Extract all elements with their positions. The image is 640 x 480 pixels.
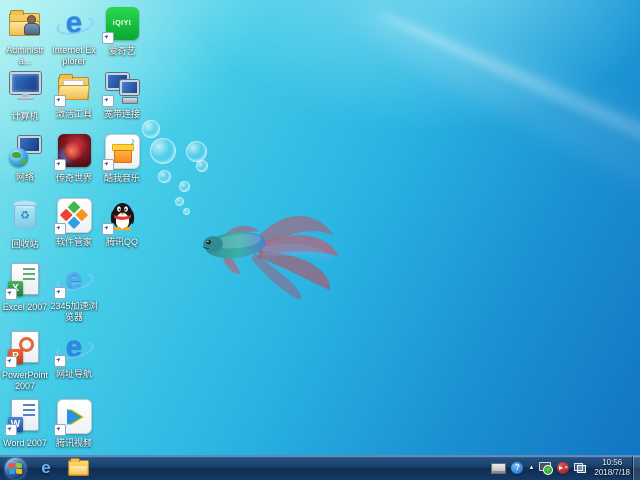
desktop-icon-kuwo-music[interactable]: ♪➤ 酷我音乐	[98, 133, 146, 184]
icon-label: 回收站	[1, 239, 49, 250]
kuwo-music-icon: ♪➤	[104, 134, 140, 170]
broadband-connection-icon: ➤	[104, 70, 140, 106]
internet-explorer-icon: e	[56, 6, 92, 42]
powerpoint-2007-icon: P➤	[7, 331, 43, 367]
shortcut-arrow-icon: ➤	[102, 223, 114, 235]
mute-cross-icon: ✕	[564, 462, 568, 474]
clock-time: 10:56	[594, 458, 630, 468]
tencent-video-icon: ➤	[56, 399, 92, 435]
icon-label: PowerPoint 2007	[1, 370, 49, 392]
desktop-icon-broadband-connection[interactable]: ➤ 宽带连接	[98, 70, 146, 120]
shortcut-arrow-icon: ➤	[102, 159, 114, 171]
start-button[interactable]	[0, 456, 30, 480]
clock-date: 2018/7/18	[594, 468, 630, 478]
icon-label: Excel 2007	[1, 302, 49, 313]
desktop-icon-software-manager[interactable]: ➤ 软件管家	[50, 197, 98, 248]
desktop-icon-url-navigation[interactable]: e➤ 网址导航	[50, 330, 98, 380]
shortcut-arrow-icon: ➤	[54, 223, 66, 235]
desktop-icon-administrator[interactable]: Administra...	[1, 6, 49, 67]
icon-label: 传奇世界	[50, 173, 98, 184]
desktop-icon-excel-2007[interactable]: X➤ Excel 2007	[1, 262, 49, 313]
shortcut-arrow-icon: ➤	[102, 32, 114, 44]
tencent-qq-icon: ➤	[104, 198, 140, 234]
icon-label: 爱奇艺	[98, 46, 146, 57]
url-navigation-icon: e➤	[56, 330, 92, 366]
network-icon	[7, 133, 43, 169]
desktop-icon-network[interactable]: 网络	[1, 133, 49, 183]
icon-label: 网络	[1, 172, 49, 183]
icon-label: 激活工具	[50, 109, 98, 120]
desktop-icon-computer[interactable]: 计算机	[1, 70, 49, 122]
excel-2007-icon: X➤	[7, 263, 43, 299]
desktop-icon-tencent-video[interactable]: ➤ 腾讯视频	[50, 398, 98, 449]
desktop-icon-tencent-qq[interactable]: ➤ 腾讯QQ	[98, 197, 146, 248]
recycle-bin-icon: ♻	[7, 200, 43, 236]
software-manager-icon: ➤	[56, 198, 92, 234]
volume-muted-icon[interactable]: ✕	[557, 462, 569, 474]
computer-icon	[7, 72, 43, 108]
shortcut-arrow-icon: ➤	[54, 287, 66, 299]
icon-label: 宽带连接	[98, 109, 146, 120]
icon-label: 计算机	[1, 111, 49, 122]
desktop-icon-2345-browser[interactable]: e➤ 2345加速浏览器	[50, 262, 98, 323]
icon-label: 2345加速浏览器	[50, 301, 98, 323]
network-status-icon[interactable]: ✓	[539, 462, 552, 474]
shortcut-arrow-icon: ➤	[102, 95, 114, 107]
administrator-icon	[7, 6, 43, 42]
shortcut-arrow-icon: ➤	[54, 355, 66, 367]
icon-label: Administra...	[1, 45, 49, 67]
input-method-keyboard-icon[interactable]	[491, 463, 506, 474]
iqiyi-icon: iQIYI➤	[104, 7, 140, 43]
internet-explorer-icon: e	[41, 458, 50, 478]
word-2007-icon: W➤	[7, 399, 43, 435]
shortcut-arrow-icon: ➤	[54, 424, 66, 436]
taskbar-internet-explorer-button[interactable]: e	[30, 456, 62, 480]
shortcut-arrow-icon: ➤	[54, 159, 66, 171]
icon-label: 腾讯QQ	[98, 237, 146, 248]
icon-label: Word 2007	[1, 438, 49, 449]
desktop-icon-grid: Administra... e Internet Explorer iQIYI➤ 爱奇艺…	[0, 0, 640, 480]
tray-clock[interactable]: 10:56 2018/7/18	[594, 458, 630, 478]
woool-game-icon: ➤	[56, 134, 92, 170]
system-tray: ? ▲ ✓ ✕ 10:56 2018/7/18	[491, 456, 630, 480]
icon-label: Internet Explorer	[50, 45, 98, 67]
check-icon: ✓	[543, 465, 553, 475]
desktop-icon-word-2007[interactable]: W➤ Word 2007	[1, 398, 49, 449]
taskbar-explorer-button[interactable]	[62, 456, 94, 480]
desktop-icon-powerpoint-2007[interactable]: P➤ PowerPoint 2007	[1, 330, 49, 392]
activation-tools-icon: ➤	[56, 70, 92, 106]
desktop-icon-iqiyi[interactable]: iQIYI➤ 爱奇艺	[98, 6, 146, 57]
folder-icon	[68, 460, 89, 476]
show-hidden-icons-button[interactable]: ▲	[528, 465, 534, 471]
shortcut-arrow-icon: ➤	[54, 95, 66, 107]
2345-browser-icon: e➤	[56, 262, 92, 298]
desktop-icon-woool-game[interactable]: ➤ 传奇世界	[50, 133, 98, 184]
taskbar: e ? ▲ ✓ ✕ 10:56 2018/7/18	[0, 455, 640, 480]
shortcut-arrow-icon: ➤	[5, 424, 17, 436]
show-desktop-button[interactable]	[632, 456, 640, 480]
action-center-icon[interactable]	[574, 463, 586, 473]
desktop-icon-internet-explorer[interactable]: e Internet Explorer	[50, 6, 98, 67]
icon-label: 酷我音乐	[98, 173, 146, 184]
desktop-icon-recycle-bin[interactable]: ♻ 回收站	[1, 197, 49, 250]
icon-label: 腾讯视频	[50, 438, 98, 449]
help-icon[interactable]: ?	[511, 462, 523, 474]
desktop-icon-activation-tools[interactable]: ➤ 激活工具	[50, 70, 98, 120]
icon-label: 软件管家	[50, 237, 98, 248]
windows-logo-icon	[4, 457, 26, 479]
icon-label: 网址导航	[50, 369, 98, 380]
shortcut-arrow-icon: ➤	[5, 356, 17, 368]
shortcut-arrow-icon: ➤	[5, 288, 17, 300]
